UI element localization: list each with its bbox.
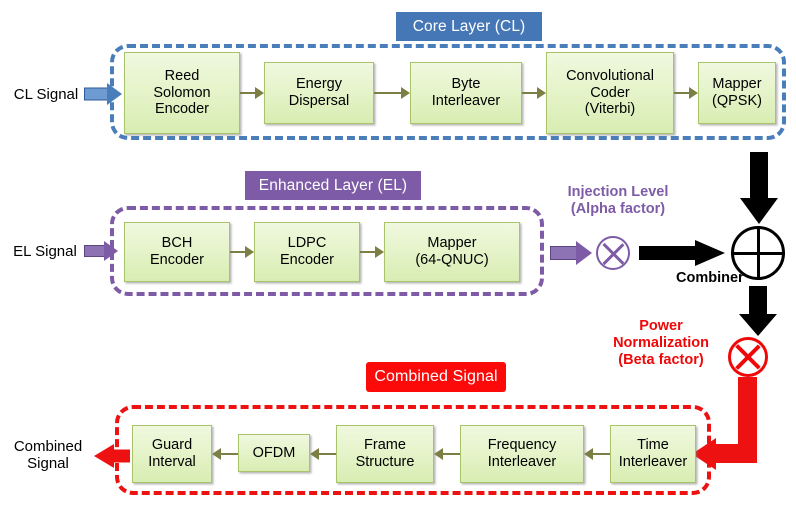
injection-level-label: Injection Level (Alpha factor) [567,184,669,218]
block-reed-solomon-encoder[interactable]: Reed Solomon Encoder [124,52,240,134]
combined-signal-chip: Combined Signal [366,362,506,392]
block-ldpc-encoder[interactable]: LDPC Encoder [254,222,360,282]
el-signal-input-arrow [84,241,118,261]
core-layer-to-combiner-arrow [740,152,778,224]
combiner-label: Combiner [676,270,744,286]
power-normalization-to-time-interleaver-horizontal [714,444,757,463]
block-byte-interleaver[interactable]: Byte Interleaver [410,62,522,124]
connector-cl-4 [674,87,698,99]
combined-signal-output-arrow [94,444,130,468]
combiner-to-power-normalization-arrow [739,286,777,336]
connector-cs-2 [310,448,336,460]
el-to-injection-arrow [550,241,592,265]
block-ofdm[interactable]: OFDM [238,434,310,472]
diagram-canvas: Core Layer (CL) CL Signal Reed Solomon E… [0,0,796,506]
el-signal-label: EL Signal [13,243,77,260]
injection-to-combiner-arrow [639,240,725,266]
block-guard-interval[interactable]: Guard Interval [132,425,212,483]
combiner-plus-icon [731,226,785,280]
connector-cs-4 [584,448,610,460]
connector-cl-1 [240,87,264,99]
enhanced-layer-chip: Enhanced Layer (EL) [245,171,421,200]
block-mapper-64qnuc[interactable]: Mapper (64-QNUC) [384,222,520,282]
block-mapper-qpsk[interactable]: Mapper (QPSK) [698,62,776,124]
block-frame-structure[interactable]: Frame Structure [336,425,434,483]
block-bch-encoder[interactable]: BCH Encoder [124,222,230,282]
block-energy-dispersal[interactable]: Energy Dispersal [264,62,374,124]
injection-multiply-icon [596,236,630,270]
power-normalization-multiply-icon [728,337,768,377]
connector-el-2 [360,246,384,258]
power-normalization-to-time-interleaver-shaft [738,377,757,454]
cl-signal-input-arrow [84,83,122,105]
connector-cl-3 [522,87,546,99]
connector-el-1 [230,246,254,258]
enhanced-layer-chip-label: Enhanced Layer (EL) [258,176,408,194]
block-frequency-interleaver[interactable]: Frequency Interleaver [460,425,584,483]
block-time-interleaver[interactable]: Time Interleaver [610,425,696,483]
core-layer-chip: Core Layer (CL) [396,12,542,41]
cl-signal-label: CL Signal [13,86,79,103]
combined-signal-output-label: Combined Signal [13,438,83,473]
power-normalization-label: Power Normalization (Beta factor) [613,318,709,369]
connector-cs-3 [434,448,460,460]
core-layer-chip-label: Core Layer (CL) [412,17,526,35]
connector-cl-2 [374,87,410,99]
connector-cs-1 [212,448,238,460]
block-convolutional-coder[interactable]: Convolutional Coder (Viterbi) [546,52,674,134]
combined-signal-chip-label: Combined Signal [374,368,498,385]
